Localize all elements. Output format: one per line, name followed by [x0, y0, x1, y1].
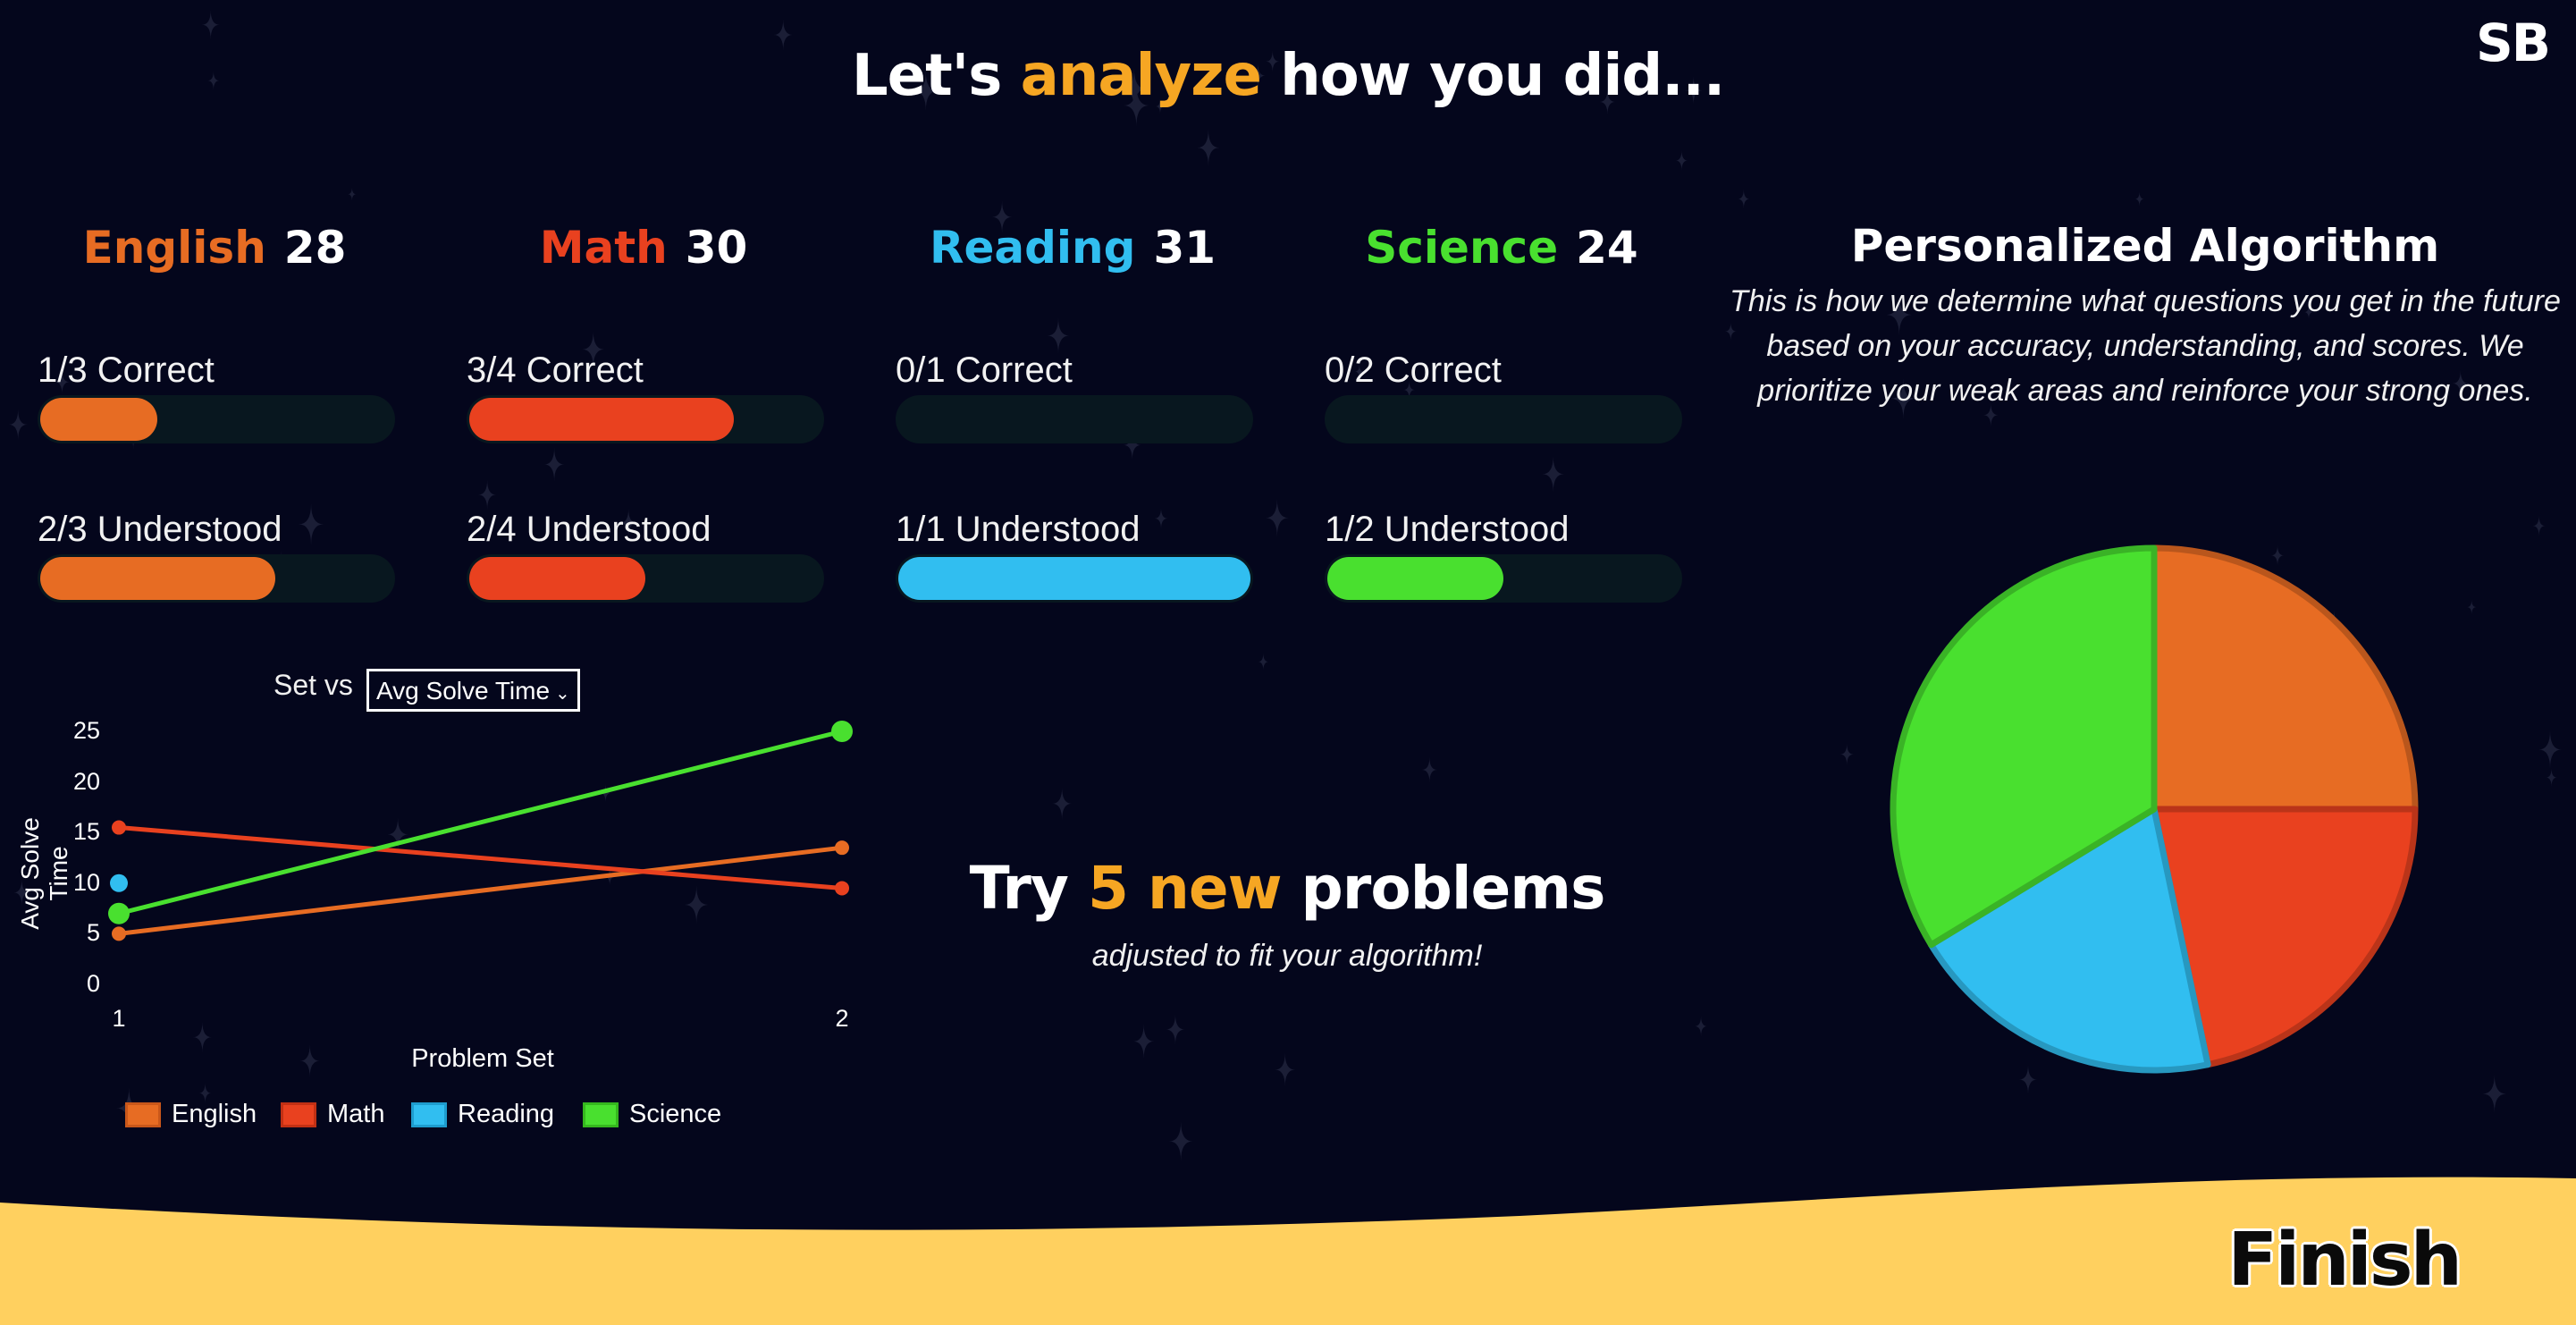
star-shape	[1132, 1024, 1155, 1059]
subject-heading: Reading 31	[876, 222, 1269, 274]
correct-label: 0/2 Correct	[1325, 350, 1502, 390]
promo-subtitle: adjusted to fit your algorithm!	[1091, 939, 1483, 973]
legend-swatch	[411, 1102, 447, 1128]
promo-accent: 5 new	[1087, 854, 1283, 923]
legend-swatch	[583, 1102, 619, 1128]
star-shape	[1421, 756, 1437, 783]
series-line-english	[118, 845, 843, 936]
avatar[interactable]: SB	[2476, 13, 2551, 73]
legend-label: Reading	[458, 1100, 555, 1128]
subject-name: Science	[1365, 222, 1559, 274]
subject-heading: Science 24	[1305, 222, 1698, 274]
subject-name: Reading	[929, 222, 1136, 274]
footer-wave	[0, 1177, 2576, 1325]
x-axis-label: Problem Set	[411, 1044, 554, 1073]
star-shape	[1154, 507, 1168, 530]
star-shape	[1197, 129, 1220, 166]
data-point-math[interactable]	[835, 881, 849, 896]
understood-progress-bar	[1325, 554, 1682, 603]
line-chart	[108, 721, 853, 941]
data-point-science[interactable]	[108, 902, 130, 924]
algorithm-title: Personalized Algorithm	[1850, 220, 2440, 272]
star-shape	[2467, 599, 2477, 615]
star-shape	[1675, 149, 1688, 172]
pie-chart	[1890, 544, 2419, 1074]
star-shape	[1695, 1016, 1708, 1037]
understood-label: 1/1 Understood	[896, 510, 1141, 549]
star-shape	[1265, 498, 1289, 537]
data-point-science[interactable]	[831, 721, 853, 742]
star-shape	[1052, 787, 1073, 821]
understood-label: 1/2 Understood	[1325, 510, 1570, 549]
star-shape	[1258, 653, 1269, 671]
legend-label: Science	[629, 1100, 722, 1128]
star-shape	[2134, 191, 2144, 207]
legend-item-reading[interactable]: Reading	[411, 1098, 554, 1130]
promo-title: Try 5 new problems	[969, 854, 1606, 923]
data-point-reading[interactable]	[110, 873, 128, 892]
correct-progress-bar	[1325, 395, 1682, 443]
star-shape	[1047, 316, 1070, 354]
correct-progress-bar	[896, 395, 1253, 443]
understood-progress-bar	[896, 554, 1253, 603]
data-point-english[interactable]	[112, 926, 126, 941]
subject-score: 24	[1576, 222, 1638, 274]
series-line-math	[118, 825, 843, 890]
legend-label: English	[172, 1100, 257, 1128]
star-shape	[1275, 1052, 1295, 1087]
star-shape	[1738, 189, 1750, 209]
data-point-english[interactable]	[835, 840, 849, 856]
pie-slice-english[interactable]	[2151, 544, 2419, 813]
data-point-math[interactable]	[112, 820, 126, 835]
star-shape	[2538, 730, 2562, 769]
algorithm-description: This is how we determine what questions …	[1730, 284, 2561, 408]
legend-label: Math	[327, 1100, 385, 1128]
legend-item-english[interactable]: English	[125, 1098, 257, 1130]
star-shape	[1542, 456, 1564, 493]
correct-label: 0/1 Correct	[896, 350, 1073, 390]
legend-swatch	[125, 1102, 161, 1128]
finish-button[interactable]: Finish	[2227, 1218, 2462, 1303]
star-shape	[2482, 1074, 2506, 1114]
star-shape	[1166, 1014, 1185, 1045]
legend-swatch	[281, 1102, 316, 1128]
legend-item-science[interactable]: Science	[583, 1098, 721, 1130]
star-shape	[2546, 768, 2557, 788]
legend-item-math[interactable]: Math	[281, 1098, 384, 1130]
star-shape	[1839, 743, 1854, 766]
title-accent-word: analyze	[1020, 43, 1262, 109]
understood-progress-fill	[1327, 557, 1503, 600]
series-line-science	[118, 729, 843, 916]
understood-progress-fill	[898, 557, 1250, 600]
star-shape	[2532, 515, 2546, 536]
subject-score: 31	[1153, 222, 1216, 274]
